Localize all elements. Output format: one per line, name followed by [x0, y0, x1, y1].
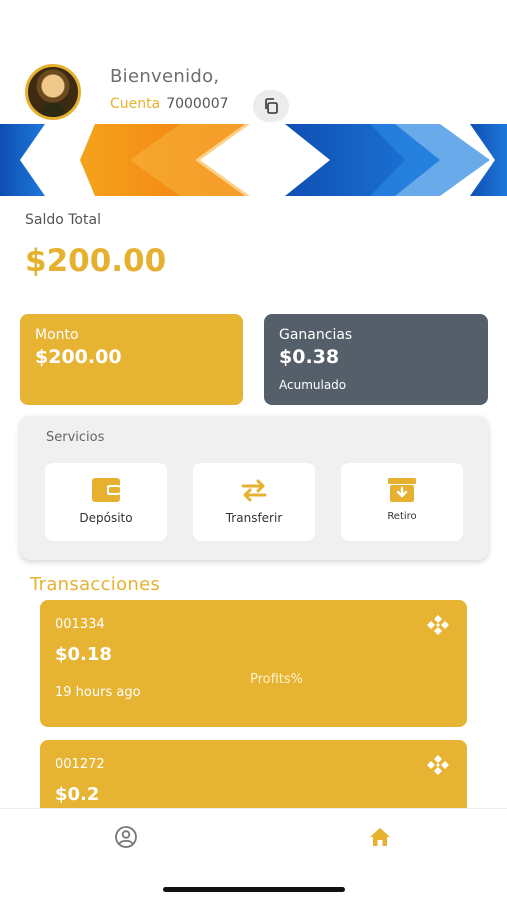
transaction-card[interactable]: 001334 $0.18 19 hours ago Profits%: [40, 600, 467, 727]
withdraw-button[interactable]: Retiro: [341, 463, 463, 541]
crypto-diamond-icon: [427, 755, 449, 775]
transaction-id: 001334: [55, 617, 105, 632]
transaction-type: Profits%: [250, 672, 304, 687]
bottom-nav: [0, 808, 507, 900]
account-number: 7000007: [166, 96, 229, 112]
crypto-diamond-icon: [427, 615, 449, 635]
deposit-label: Depósito: [79, 511, 133, 525]
earnings-label: Ganancias: [279, 327, 353, 343]
copy-account-button[interactable]: [253, 90, 289, 122]
archive-box-icon: [388, 478, 416, 502]
account-label: Cuenta: [110, 96, 161, 112]
welcome-text: Bienvenido,: [110, 66, 220, 87]
transaction-amount: $0.2: [55, 784, 100, 805]
avatar[interactable]: [25, 64, 81, 120]
services-title: Servicios: [46, 430, 105, 445]
promo-banner: [0, 124, 507, 196]
amount-value: $200.00: [35, 346, 122, 368]
swap-arrows-icon: [241, 479, 267, 502]
wallet-icon: [92, 478, 120, 502]
total-balance-value: $200.00: [25, 243, 167, 279]
transaction-amount: $0.18: [55, 644, 112, 665]
total-balance-label: Saldo Total: [25, 212, 101, 228]
transfer-label: Transferir: [225, 511, 283, 525]
home-icon[interactable]: [368, 825, 392, 849]
deposit-button[interactable]: Depósito: [45, 463, 167, 541]
transaction-id: 001272: [55, 757, 105, 772]
withdraw-label: Retiro: [387, 511, 417, 522]
transactions-heading: Transacciones: [30, 574, 161, 595]
transaction-time: 19 hours ago: [55, 685, 141, 700]
earnings-value: $0.38: [279, 346, 340, 368]
earnings-card: Ganancias $0.38 Acumulado: [264, 314, 488, 405]
amount-card: Monto $200.00: [20, 314, 243, 405]
services-panel: Servicios Depósito Transferir Retiro: [20, 416, 488, 560]
transfer-button[interactable]: Transferir: [193, 463, 315, 541]
profile-icon[interactable]: [114, 825, 138, 849]
home-indicator: [163, 887, 345, 892]
earnings-sub: Acumulado: [279, 378, 347, 392]
copy-icon: [265, 98, 278, 114]
account-row: Cuenta 7000007: [110, 96, 229, 112]
amount-label: Monto: [35, 327, 79, 343]
